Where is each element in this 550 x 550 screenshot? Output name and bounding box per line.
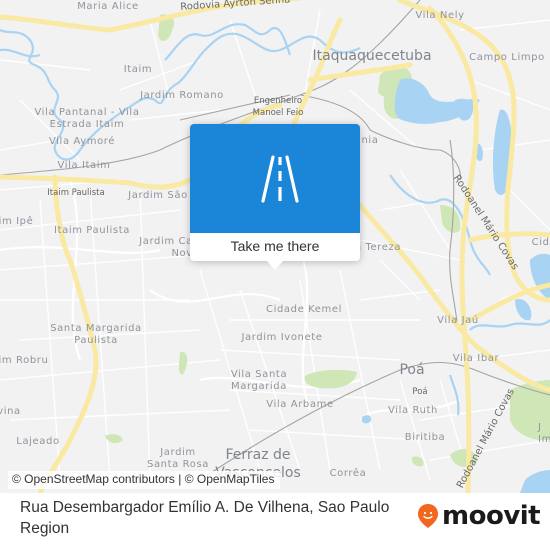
city-label: Poá: [399, 362, 425, 378]
place-label: Vila Ibar: [452, 353, 500, 364]
road-icon: [261, 154, 299, 203]
map-canvas[interactable]: Maria Alice Vila Nely Itaquaquecetuba Ca…: [0, 0, 550, 493]
place-label: im Ipê: [0, 216, 34, 227]
moovit-pin-icon: [418, 504, 438, 528]
take-me-there-button[interactable]: Take me there: [190, 233, 360, 261]
place-label: Vila Aymoré: [48, 136, 116, 147]
place-label: Vila Nely: [415, 10, 465, 21]
place-label: Itaim Paulista: [54, 225, 130, 236]
place-label: a Tereza: [354, 242, 402, 253]
place-label: Jardim Ivonete: [241, 332, 323, 343]
place-label: Vila Pantanal - Vila Estrada Itaim: [34, 107, 140, 130]
popup-header[interactable]: [190, 124, 360, 233]
station-label: Itaim Paulista: [47, 188, 105, 198]
station-label: Engenheiro Manoel Feio: [252, 96, 304, 118]
place-label: Cidade Kemel: [266, 304, 342, 315]
map-attribution[interactable]: © OpenStreetMap contributors | © OpenMap…: [8, 471, 281, 489]
place-label: Jardim São: [128, 190, 188, 201]
place-label: Jardim Santa Rosa: [147, 447, 209, 470]
place-label: Vila Itaim: [57, 160, 111, 171]
popup-pointer: [267, 261, 283, 270]
place-label: nia: [361, 135, 379, 146]
place-label: dim Robru: [0, 355, 49, 366]
place-label: Campo Limpo: [469, 52, 545, 63]
place-label: Jardim Ca Nov: [139, 236, 193, 259]
address-title: Rua Desembargador Emílio A. De Vilhena, …: [20, 499, 390, 537]
place-label: Maria Alice: [77, 1, 139, 12]
city-label: Itaquaquecetuba: [312, 48, 432, 64]
place-label: J Im: [538, 422, 550, 445]
moovit-wordmark: moovit: [442, 501, 541, 531]
place-label: Biritiba: [404, 432, 446, 443]
place-label: Cida: [531, 237, 550, 248]
place-label: Itaim: [123, 64, 153, 75]
place-label: Santa Margarida Paulista: [50, 323, 142, 346]
place-label: Lajeado: [16, 436, 60, 447]
place-label: Vila Arbame: [266, 399, 334, 410]
station-label: Poá: [412, 387, 428, 397]
place-label: Vila Ruth: [388, 405, 438, 416]
place-label: Jardim Romano: [140, 90, 224, 101]
place-label: vina: [0, 406, 21, 417]
moovit-logo[interactable]: moovit: [417, 501, 541, 531]
destination-popup[interactable]: Take me there: [190, 124, 360, 270]
footer: Rua Desembargador Emílio A. De Vilhena, …: [0, 493, 550, 550]
place-label: Vila Jaú: [437, 315, 479, 326]
place-label: Vila Santa Margarida: [230, 369, 288, 392]
place-label: Corrêa: [329, 468, 367, 479]
